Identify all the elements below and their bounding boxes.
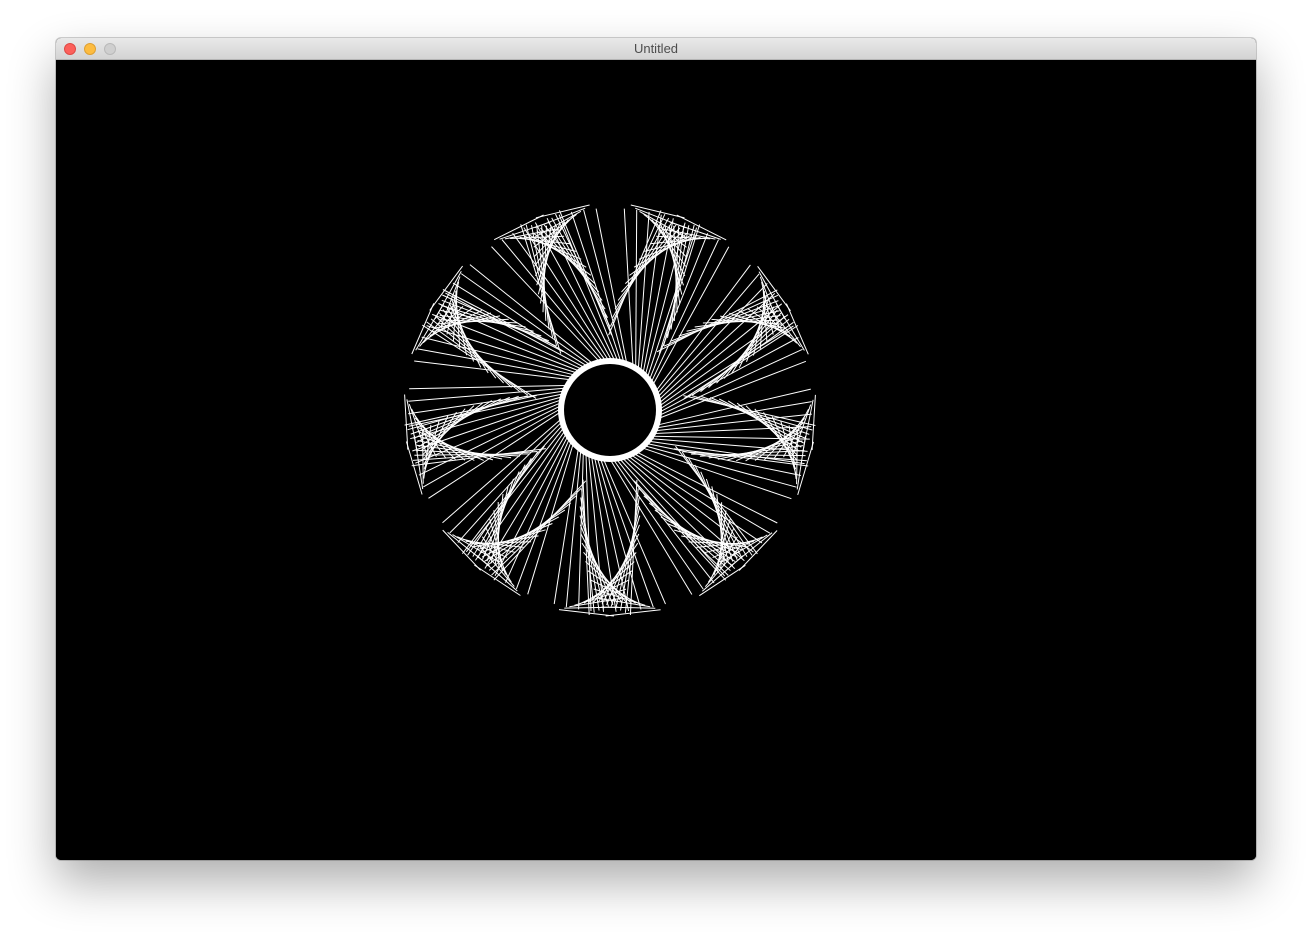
app-window: Untitled [56, 38, 1256, 860]
center-hole [564, 364, 656, 456]
canvas-background [56, 60, 1256, 860]
string-art-drawing [56, 60, 1256, 860]
drawing-canvas[interactable] [56, 60, 1256, 860]
string-line [497, 501, 500, 569]
title-bar[interactable]: Untitled [56, 38, 1256, 60]
window-title: Untitled [633, 41, 679, 56]
string-line [422, 430, 424, 484]
string-line [720, 502, 723, 569]
